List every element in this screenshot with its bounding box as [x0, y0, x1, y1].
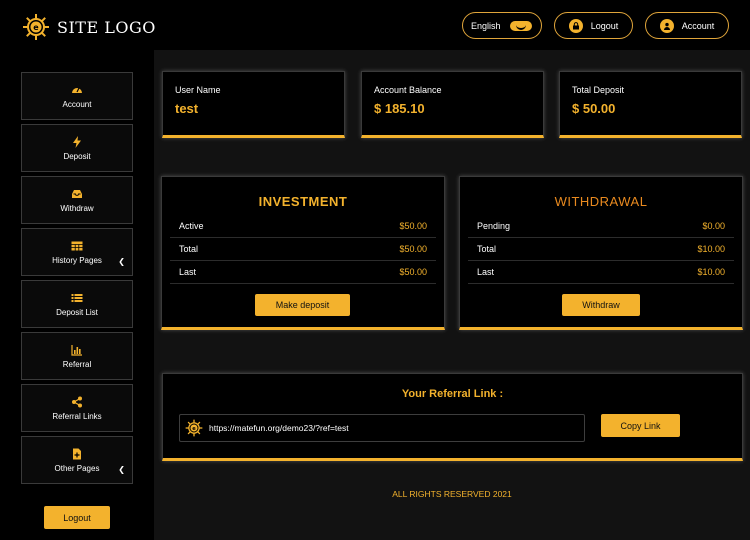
header-logout-label: Logout	[590, 20, 619, 31]
sidebar-item-referral-links[interactable]: Referral Links	[21, 384, 133, 432]
bolt-icon	[73, 135, 81, 148]
main-content: User Name test Account Balance $ 185.10 …	[154, 50, 750, 540]
sidebar-item-other-pages[interactable]: Other Pages ❮	[21, 436, 133, 484]
sidebar-item-referral[interactable]: Referral	[21, 332, 133, 380]
row-label: Total	[477, 244, 497, 254]
table-row: Active $50.00	[170, 215, 436, 238]
site-logo[interactable]: e SITE LOGO	[22, 13, 156, 41]
sidebar-item-label: History Pages	[52, 255, 102, 265]
inbox-icon	[72, 189, 82, 198]
referral-title: Your Referral Link :	[401, 388, 504, 400]
stat-value: test	[175, 101, 199, 116]
referral-panel: Your Referral Link : e https://matefun.o…	[162, 373, 743, 461]
sidebar-logout-button[interactable]: Logout	[44, 506, 110, 529]
stat-card-balance: Account Balance $ 185.10	[361, 71, 544, 138]
table-icon	[71, 241, 83, 250]
sidebar-item-account[interactable]: Account	[21, 72, 133, 120]
table-row: Last $10.00	[468, 261, 734, 284]
row-value: $50.00	[399, 267, 427, 277]
header-logout-button[interactable]: Logout	[554, 12, 633, 39]
sidebar-item-label: Deposit	[63, 151, 91, 161]
stat-label: User Name	[175, 85, 221, 95]
copy-link-button[interactable]: Copy Link	[601, 414, 680, 437]
table-row: Pending $0.00	[468, 215, 734, 238]
referral-link-text: https://matefun.org/demo23/?ref=test	[209, 423, 349, 433]
language-label: English	[471, 20, 501, 31]
chevron-left-icon: ❮	[118, 257, 125, 266]
row-value: $10.00	[697, 267, 725, 277]
make-deposit-button[interactable]: Make deposit	[255, 294, 350, 316]
sidebar-item-label: Referral	[62, 359, 92, 369]
investment-title: INVESTMENT	[258, 194, 348, 209]
investment-rows: Active $50.00 Total $50.00 Last $50.00	[170, 215, 436, 284]
header-account-button[interactable]: Account	[645, 12, 729, 39]
logo-icon: e	[185, 419, 203, 437]
footer-text: ALL RIGHTS RESERVED 2021	[392, 489, 512, 499]
row-label: Pending	[477, 221, 511, 231]
row-value: $50.00	[399, 221, 427, 231]
sidebar-item-withdraw[interactable]: Withdraw	[21, 176, 133, 224]
list-icon	[71, 293, 83, 302]
stat-value: $ 50.00	[572, 101, 616, 116]
row-label: Last	[179, 267, 197, 277]
sidebar-item-label: Referral Links	[52, 411, 102, 421]
sidebar-item-history-pages[interactable]: History Pages ❮	[21, 228, 133, 276]
row-value: $10.00	[697, 244, 725, 254]
table-row: Total $50.00	[170, 238, 436, 261]
stat-card-total-deposit: Total Deposit $ 50.00	[559, 71, 742, 138]
row-label: Last	[477, 267, 495, 277]
sidebar-item-label: Deposit List	[56, 307, 98, 317]
sidebar-item-deposit[interactable]: Deposit	[21, 124, 133, 172]
withdraw-button[interactable]: Withdraw	[562, 294, 640, 316]
stat-label: Total Deposit	[572, 85, 625, 95]
row-value: $0.00	[702, 221, 725, 231]
top-header: e SITE LOGO English Logout Account	[0, 0, 750, 50]
withdrawal-rows: Pending $0.00 Total $10.00 Last $10.00	[468, 215, 734, 284]
referral-link-field[interactable]: e https://matefun.org/demo23/?ref=test	[179, 414, 585, 442]
stat-card-username: User Name test	[162, 71, 345, 138]
file-plus-icon	[73, 448, 81, 459]
share-icon	[72, 396, 82, 407]
row-label: Total	[179, 244, 199, 254]
row-label: Active	[179, 221, 204, 231]
stat-label: Account Balance	[374, 85, 442, 95]
language-selector[interactable]: English	[462, 12, 542, 39]
logo-text: SITE LOGO	[57, 17, 156, 37]
stat-value: $ 185.10	[374, 101, 425, 116]
language-toggle-icon	[510, 21, 532, 31]
logo-icon: e	[23, 14, 49, 40]
bar-chart-icon	[71, 344, 82, 356]
table-row: Total $10.00	[468, 238, 734, 261]
withdrawal-title: WITHDRAWAL	[554, 194, 648, 209]
svg-text:e: e	[192, 426, 196, 432]
svg-text:e: e	[33, 23, 39, 32]
investment-panel: INVESTMENT Active $50.00 Total $50.00 La…	[161, 176, 445, 330]
sidebar-item-deposit-list[interactable]: Deposit List	[21, 280, 133, 328]
withdrawal-panel: WITHDRAWAL Pending $0.00 Total $10.00 La…	[459, 176, 743, 330]
sidebar-item-label: Other Pages	[54, 463, 100, 473]
dashboard-icon	[72, 87, 82, 93]
user-icon	[659, 18, 674, 33]
sidebar-item-label: Withdraw	[60, 203, 94, 213]
header-account-label: Account	[681, 20, 715, 31]
table-row: Last $50.00	[170, 261, 436, 284]
chevron-left-icon: ❮	[118, 465, 125, 474]
sidebar: Account Deposit Withdraw History Pages ❮…	[0, 50, 154, 540]
row-value: $50.00	[399, 244, 427, 254]
lock-icon	[568, 18, 583, 33]
sidebar-item-label: Account	[62, 99, 92, 109]
